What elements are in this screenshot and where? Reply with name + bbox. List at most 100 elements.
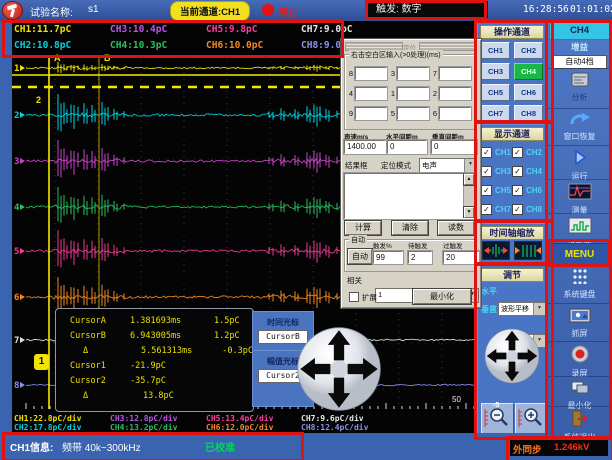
op-channel-button-ch5[interactable]: CH5 bbox=[481, 84, 510, 101]
sensor-cell: 8 bbox=[347, 63, 389, 83]
op-channel-button-ch4[interactable]: CH4 bbox=[514, 63, 543, 80]
side-button-run[interactable]: 运行 bbox=[547, 145, 612, 180]
channel-marker: 2 bbox=[14, 111, 25, 121]
v-spacing-input[interactable]: 0 bbox=[431, 140, 477, 154]
op-channel-button-ch8[interactable]: CH8 bbox=[514, 105, 543, 122]
op-channel-button-ch1[interactable]: CH1 bbox=[481, 42, 510, 59]
checkbox-checked-icon[interactable]: ✓ bbox=[512, 166, 523, 177]
auto-button[interactable]: 自动 bbox=[348, 249, 372, 264]
sensor-delay-input[interactable] bbox=[355, 107, 387, 120]
cursor-value2: 1.5pC bbox=[214, 314, 240, 329]
side-button-exit[interactable]: 系统退出 bbox=[547, 406, 612, 438]
display-channel-toggle-ch8[interactable]: ✓CH8 bbox=[512, 200, 543, 219]
sensor-delay-input[interactable] bbox=[397, 67, 429, 80]
dialog-minimize-button[interactable]: 最小化 bbox=[413, 289, 471, 304]
channel-scale-readout: CH4:13.2pC/div bbox=[110, 423, 206, 432]
side-button-analyze[interactable]: 分析 bbox=[547, 68, 612, 109]
display-channel-toggle-ch7[interactable]: ✓CH7 bbox=[481, 200, 512, 219]
sensor-cell: 6 bbox=[431, 103, 473, 123]
sensor-delay-input[interactable] bbox=[355, 87, 387, 100]
gain-label: 增益 bbox=[547, 41, 612, 53]
calculate-button[interactable]: 计算 bbox=[345, 221, 381, 235]
gain-value-display[interactable]: 自动4档 bbox=[553, 55, 607, 69]
sensor-delay-input[interactable] bbox=[439, 87, 471, 100]
sensor-delay-input[interactable] bbox=[355, 67, 387, 80]
sensor-delay-input[interactable] bbox=[439, 107, 471, 120]
auto-field-input[interactable]: 2 bbox=[408, 251, 432, 264]
sensor-delay-input[interactable] bbox=[439, 67, 471, 80]
display-channel-toggle-ch3[interactable]: ✓CH3 bbox=[481, 162, 512, 181]
display-channel-toggle-ch2[interactable]: ✓CH2 bbox=[512, 143, 543, 162]
checkbox-checked-icon[interactable]: ✓ bbox=[481, 204, 492, 215]
display-channel-toggle-ch5[interactable]: ✓CH5 bbox=[481, 181, 512, 200]
auto-field-input[interactable]: 99 bbox=[373, 251, 403, 264]
scroll-up-icon[interactable]: ▲ bbox=[464, 174, 474, 185]
channel-info-label: CH1信息: bbox=[10, 439, 53, 454]
channel-scale-readout: CH6:12.0pC/div bbox=[206, 423, 301, 432]
horizontal-mode-dropdown[interactable]: 波形平移▼ bbox=[498, 302, 546, 316]
clock-time: 16:28:56 bbox=[523, 4, 569, 15]
channel-adjust-dial[interactable] bbox=[484, 328, 540, 389]
cursor-value1: -21.9pC bbox=[130, 359, 214, 374]
current-channel-badge[interactable]: 当前通道:CH1 bbox=[170, 1, 250, 21]
checkbox-checked-icon[interactable]: ✓ bbox=[481, 166, 492, 177]
amplitude-cursor1-handle[interactable]: 1 bbox=[34, 354, 49, 370]
display-channel-toggle-ch1[interactable]: ✓CH1 bbox=[481, 143, 512, 162]
zoom-out-button[interactable]: -5 bbox=[481, 403, 514, 434]
time-axis-zoom-section: 时间轴缩放 bbox=[477, 223, 547, 265]
cursor-value1: 6.943005ms bbox=[130, 329, 214, 344]
cursor-value2: 1.2pC bbox=[214, 329, 240, 344]
waveform-pan-dial[interactable] bbox=[296, 326, 382, 417]
channel-scale-readout: CH2:17.8pC/div bbox=[14, 423, 110, 432]
side-button-menu[interactable]: MENU bbox=[547, 243, 612, 265]
sensor-cell: 7 bbox=[431, 63, 473, 83]
op-channel-button-ch7[interactable]: CH7 bbox=[481, 105, 510, 122]
side-button-minimize[interactable]: 最小化 bbox=[547, 376, 612, 407]
cursor-row: Δ5.561313ms-0.3pC bbox=[56, 344, 253, 359]
channel-scale-readout: CH1:22.8pC/div bbox=[14, 414, 110, 423]
sound-speed-input[interactable]: 1400.00 bbox=[344, 140, 386, 154]
side-button-record[interactable]: 录屏 bbox=[547, 341, 612, 377]
checkbox-checked-icon[interactable]: ✓ bbox=[512, 147, 523, 158]
expand-checkbox[interactable] bbox=[349, 292, 359, 302]
sensor-delay-input[interactable] bbox=[397, 87, 429, 100]
cursor-row: Cursor2-35.7pC bbox=[56, 374, 253, 389]
side-button-keyboard[interactable]: 系统键盘 bbox=[547, 264, 612, 304]
display-channel-toggle-ch4[interactable]: ✓CH4 bbox=[512, 162, 543, 181]
side-button-trend[interactable]: 趋势图 bbox=[547, 213, 612, 244]
svg-text:4: 4 bbox=[14, 203, 20, 213]
checkbox-checked-icon[interactable]: ✓ bbox=[512, 185, 523, 196]
sensor-delay-input[interactable] bbox=[397, 107, 429, 120]
cursor-row: Δ13.8pC bbox=[56, 389, 253, 404]
dropdown-arrow-icon[interactable]: ▼ bbox=[464, 159, 476, 172]
time-expand-icon[interactable] bbox=[514, 241, 542, 265]
display-channel-toggle-ch6[interactable]: ✓CH6 bbox=[512, 181, 543, 200]
op-channel-button-ch3[interactable]: CH3 bbox=[481, 63, 510, 80]
side-button-restore[interactable]: 窗口恢复 bbox=[547, 108, 612, 146]
side-button-measure[interactable]: 测量 bbox=[547, 179, 612, 214]
time-compress-icon[interactable] bbox=[482, 241, 510, 265]
zoom-in-button[interactable] bbox=[515, 403, 548, 434]
clear-button[interactable]: 清除 bbox=[392, 221, 428, 235]
auto-field-input[interactable]: 20 bbox=[443, 251, 479, 264]
op-channel-button-ch6[interactable]: CH6 bbox=[514, 84, 543, 101]
mode-label: 定位模式 bbox=[381, 160, 411, 171]
svg-text:3: 3 bbox=[14, 157, 19, 167]
op-channel-button-ch2[interactable]: CH2 bbox=[514, 42, 543, 59]
auto-field: 待触发2 bbox=[408, 240, 441, 264]
scroll-down-icon[interactable]: ▼ bbox=[464, 207, 474, 218]
checkbox-checked-icon[interactable]: ✓ bbox=[481, 147, 492, 158]
h-spacing-input[interactable]: 0 bbox=[387, 140, 427, 154]
pd-oscilloscope-app: 试验名称: s1 当前通道:CH1 停止 触发: 数字 16:28:56 01:… bbox=[0, 0, 612, 460]
mode-dropdown[interactable]: 电声▼ bbox=[419, 158, 477, 173]
keyboard-icon bbox=[547, 268, 612, 289]
read-button[interactable]: 读数 bbox=[438, 221, 474, 235]
result-listbox[interactable]: ▲ ▼ bbox=[344, 173, 475, 219]
cursor-readout-box: CursorA1.381693ms1.5pCCursorB6.943005ms1… bbox=[55, 308, 254, 412]
side-button-capture[interactable]: 抓屏 bbox=[547, 303, 612, 342]
checkbox-checked-icon[interactable]: ✓ bbox=[481, 185, 492, 196]
checkbox-checked-icon[interactable]: ✓ bbox=[512, 204, 523, 215]
ext-sync-value: 1.246kV bbox=[554, 442, 589, 453]
side-item-label: 系统键盘 bbox=[547, 289, 612, 300]
display-channel-label: CH3 bbox=[495, 167, 511, 176]
